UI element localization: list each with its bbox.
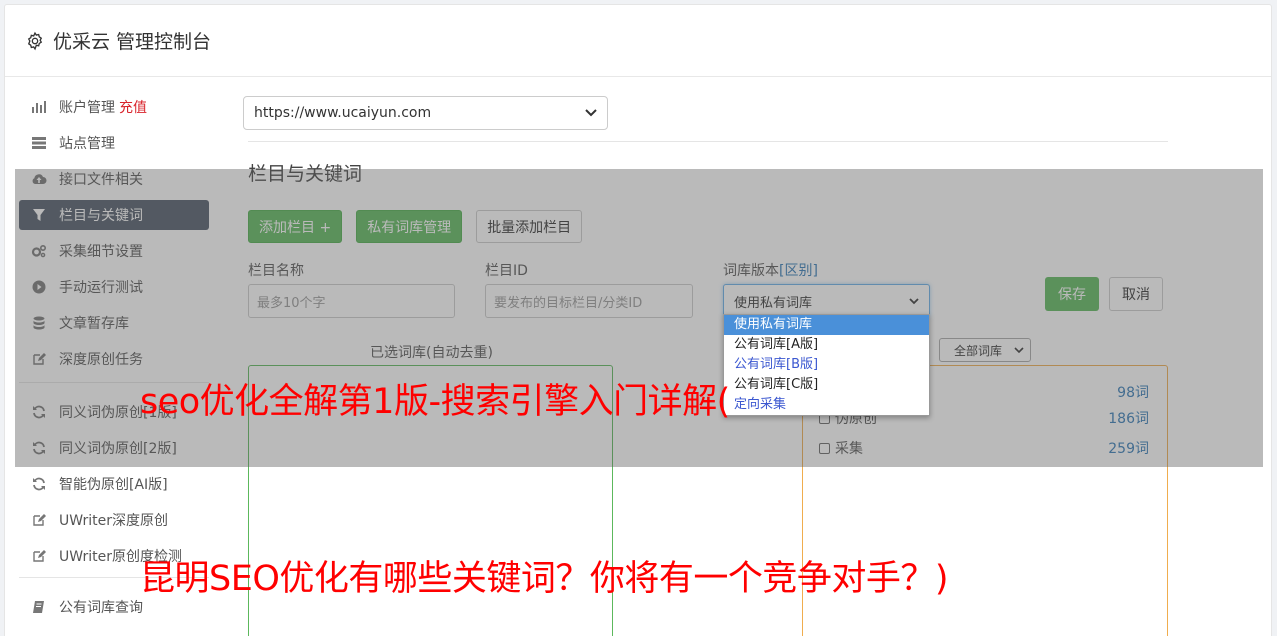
divider [248,141,1168,142]
sidebar-item-label: UWriter深度原创 [59,513,168,529]
sidebar-item-ai-original[interactable]: 智能伪原创[AI版] [19,469,209,499]
dropdown-option[interactable]: 使用私有词库 [724,315,929,335]
dropdown-option[interactable]: 公有词库[A版] [724,335,929,355]
site-select-value: https://www.ucaiyun.com [254,105,432,121]
refresh-icon [31,476,47,492]
site-select[interactable]: https://www.ucaiyun.com [243,96,608,130]
sidebar-item-label: 站点管理 [59,136,115,152]
sidebar-item-sites[interactable]: 站点管理 [19,128,209,158]
page-title: 优采云 管理控制台 [53,31,212,53]
sidebar-item-account[interactable]: 账户管理 充值 [19,92,209,122]
dropdown-option[interactable]: 定向采集 [724,395,929,415]
sidebar-item-uwriter-deep[interactable]: UWriter深度原创 [19,505,209,535]
overlay-headline-2: 昆明SEO优化有哪些关键词？你将有一个竞争对手？) [140,559,949,599]
book-icon [31,599,47,615]
sidebar-item-label: 公有词库查询 [59,600,143,616]
recharge-link[interactable]: 充值 [119,97,147,117]
gear-icon [27,31,43,50]
panel-header: 优采云 管理控制台 [5,5,1271,77]
dropdown-option[interactable]: 公有词库[B版] [724,355,929,375]
dropdown-option[interactable]: 公有词库[C版] [724,375,929,395]
edit-icon [31,512,47,528]
overlay-headline-1: seo优化全解第1版-搜索引擎入门详解( [140,382,730,422]
sidebar-item-label: 账户管理 [59,100,115,116]
sidebar-item-label: 智能伪原创[AI版] [59,477,168,493]
bar-chart-icon [31,99,47,115]
server-icon [31,135,47,151]
chevron-down-icon [585,109,597,117]
edit-icon [31,548,47,564]
lib-version-dropdown: 使用私有词库 公有词库[A版] 公有词库[B版] 公有词库[C版] 定向采集 [723,314,930,416]
